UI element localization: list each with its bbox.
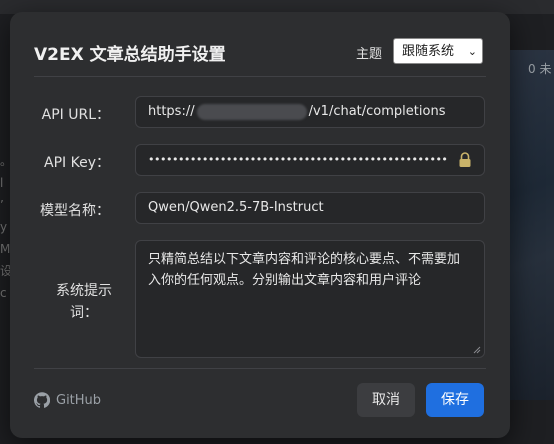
system-prompt-label: 系统提示词：: [56, 283, 112, 321]
redacted-host: [196, 103, 307, 120]
save-button[interactable]: 保存: [426, 383, 484, 417]
background-right-label: 0 未: [528, 62, 552, 76]
chevron-down-icon: ⌄: [467, 45, 477, 58]
theme-select-value: 跟随系统: [402, 44, 455, 59]
api-url-suffix: /v1/chat/completions: [308, 104, 446, 119]
github-link[interactable]: GitHub: [34, 392, 101, 408]
api-url-prefix: https://: [148, 104, 195, 119]
header-divider: [34, 76, 486, 77]
api-url-label: API URL：: [41, 107, 110, 123]
github-icon: [34, 392, 50, 408]
api-key-field[interactable]: ••••••••••••••••••••••••••••••••••••••••…: [135, 144, 485, 176]
github-label: GitHub: [56, 392, 102, 408]
modal-title: V2EX 文章总结助手设置: [34, 45, 226, 65]
api-key-label: API Key：: [44, 155, 110, 171]
model-field[interactable]: Qwen/Qwen2.5-7B-Instruct: [135, 192, 485, 224]
background-right-panel: [508, 50, 554, 400]
api-url-field[interactable]: https:// /v1/chat/completions: [135, 96, 485, 128]
footer-divider: [34, 368, 486, 369]
lock-icon: [459, 152, 471, 167]
theme-label: 主题: [356, 47, 383, 62]
system-prompt-textarea[interactable]: 只精简总结以下文章内容和评论的核心要点、不需要加入你的任何观点。分别输出文章内容…: [135, 240, 485, 358]
settings-modal: V2EX 文章总结助手设置 主题 跟随系统 ⌄ API URL： https:/…: [10, 12, 510, 438]
cancel-button[interactable]: 取消: [357, 383, 415, 417]
resize-handle-icon[interactable]: [473, 346, 481, 354]
model-value: Qwen/Qwen2.5-7B-Instruct: [148, 200, 324, 215]
model-label: 模型名称：: [40, 203, 110, 219]
system-prompt-value: 只精简总结以下文章内容和评论的核心要点、不需要加入你的任何观点。分别输出文章内容…: [148, 252, 461, 288]
api-key-value: ••••••••••••••••••••••••••••••••••••••••…: [148, 153, 448, 166]
theme-select[interactable]: 跟随系统 ⌄: [393, 38, 483, 64]
